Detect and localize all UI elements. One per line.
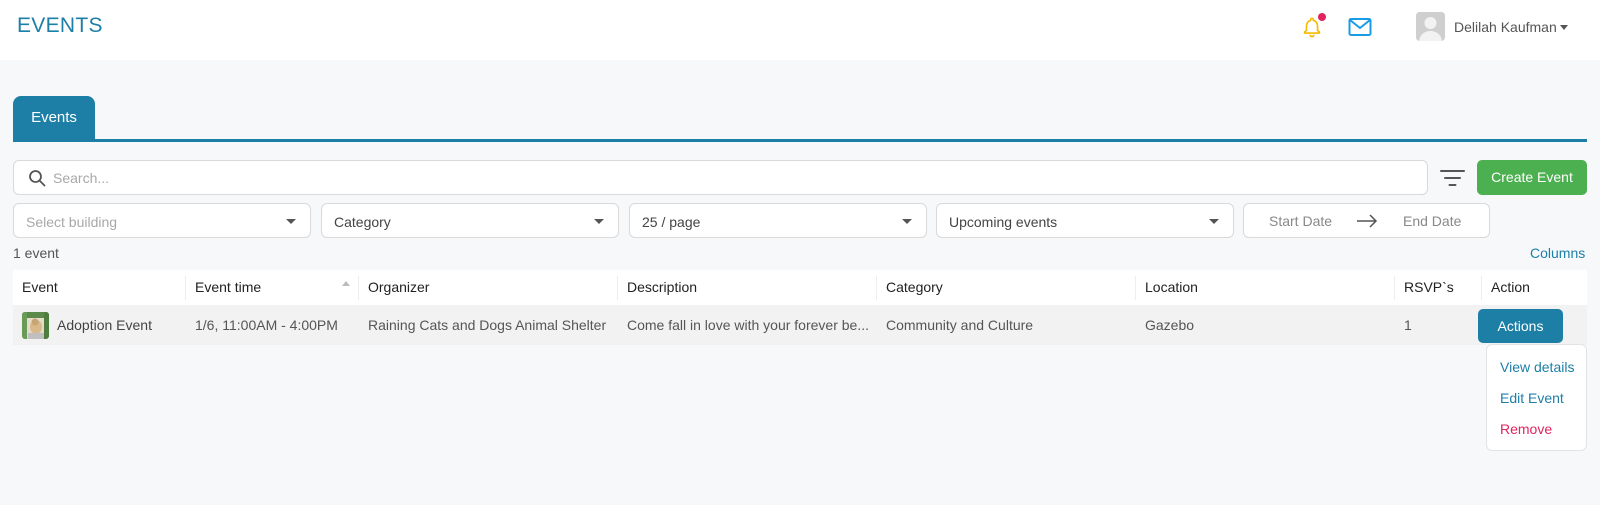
event-scope-select-value: Upcoming events <box>949 214 1058 230</box>
table-header: Event Event time Organizer Description C… <box>13 270 1587 305</box>
search-box <box>13 160 1428 195</box>
event-time: 1/6, 11:00AM - 4:00PM <box>195 317 338 333</box>
event-description: Come fall in love with your forever be..… <box>627 317 869 333</box>
actions-button[interactable]: Actions <box>1478 309 1563 343</box>
column-divider <box>1135 276 1136 300</box>
column-header-event[interactable]: Event <box>22 270 58 305</box>
column-divider <box>358 276 359 300</box>
event-category: Community and Culture <box>886 317 1034 333</box>
event-scope-select[interactable]: Upcoming events <box>936 203 1234 238</box>
notification-dot <box>1318 13 1326 21</box>
event-image-icon <box>22 312 49 339</box>
menu-item-view-details[interactable]: View details <box>1500 359 1574 375</box>
table-row[interactable]: Adoption Event 1/6, 11:00AM - 4:00PM Rai… <box>13 305 1587 345</box>
page-size-select[interactable]: 25 / page <box>629 203 927 238</box>
column-divider <box>1481 276 1482 300</box>
category-select[interactable]: Category <box>321 203 619 238</box>
chevron-down-icon <box>286 219 296 224</box>
user-silhouette-icon <box>1416 12 1445 41</box>
building-select-placeholder: Select building <box>26 214 118 230</box>
start-date-input[interactable]: Start Date <box>1269 213 1332 229</box>
top-bar: EVENTS Delilah Kaufman <box>0 0 1600 60</box>
user-menu-caret-icon[interactable] <box>1560 25 1568 30</box>
building-select[interactable]: Select building <box>13 203 311 238</box>
tab-underline <box>13 139 1587 142</box>
arrow-right-icon <box>1357 214 1378 228</box>
page-size-select-value: 25 / page <box>642 214 701 230</box>
column-header-location[interactable]: Location <box>1145 270 1198 305</box>
tab-events[interactable]: Events <box>13 96 95 139</box>
search-input[interactable] <box>53 162 1413 193</box>
column-divider <box>1394 276 1395 300</box>
menu-item-edit-event[interactable]: Edit Event <box>1500 390 1564 406</box>
event-location: Gazebo <box>1145 317 1195 333</box>
column-header-organizer[interactable]: Organizer <box>368 270 429 305</box>
column-divider <box>185 276 186 300</box>
column-header-rsvps[interactable]: RSVP`s <box>1404 270 1454 305</box>
date-range-picker[interactable]: Start Date End Date <box>1243 203 1490 238</box>
event-count: 1 event <box>13 245 59 261</box>
sort-ascending-icon[interactable] <box>342 281 350 286</box>
event-organizer: Raining Cats and Dogs Animal Shelter <box>368 317 607 333</box>
category-select-value: Category <box>334 214 391 230</box>
mail-icon[interactable] <box>1348 16 1372 38</box>
columns-button[interactable]: Columns <box>1530 245 1585 261</box>
column-header-action: Action <box>1491 279 1530 295</box>
event-thumbnail <box>22 312 49 339</box>
avatar[interactable] <box>1416 12 1445 41</box>
menu-item-remove[interactable]: Remove <box>1500 421 1552 437</box>
create-event-button[interactable]: Create Event <box>1477 160 1587 195</box>
user-name[interactable]: Delilah Kaufman <box>1454 19 1557 35</box>
column-header-event-time[interactable]: Event time <box>195 270 261 305</box>
column-divider <box>617 276 618 300</box>
page-title: EVENTS <box>17 14 103 37</box>
column-header-category[interactable]: Category <box>886 270 943 305</box>
chevron-down-icon <box>594 219 604 224</box>
event-rsvp-count: 1 <box>1404 317 1412 333</box>
column-divider <box>876 276 877 300</box>
actions-menu: View details Edit Event Remove <box>1486 344 1587 451</box>
column-header-description[interactable]: Description <box>627 270 697 305</box>
search-icon <box>29 170 46 187</box>
filter-icon[interactable] <box>1440 167 1465 189</box>
event-name[interactable]: Adoption Event <box>57 305 182 345</box>
end-date-input[interactable]: End Date <box>1403 213 1461 229</box>
chevron-down-icon <box>902 219 912 224</box>
chevron-down-icon <box>1209 219 1219 224</box>
